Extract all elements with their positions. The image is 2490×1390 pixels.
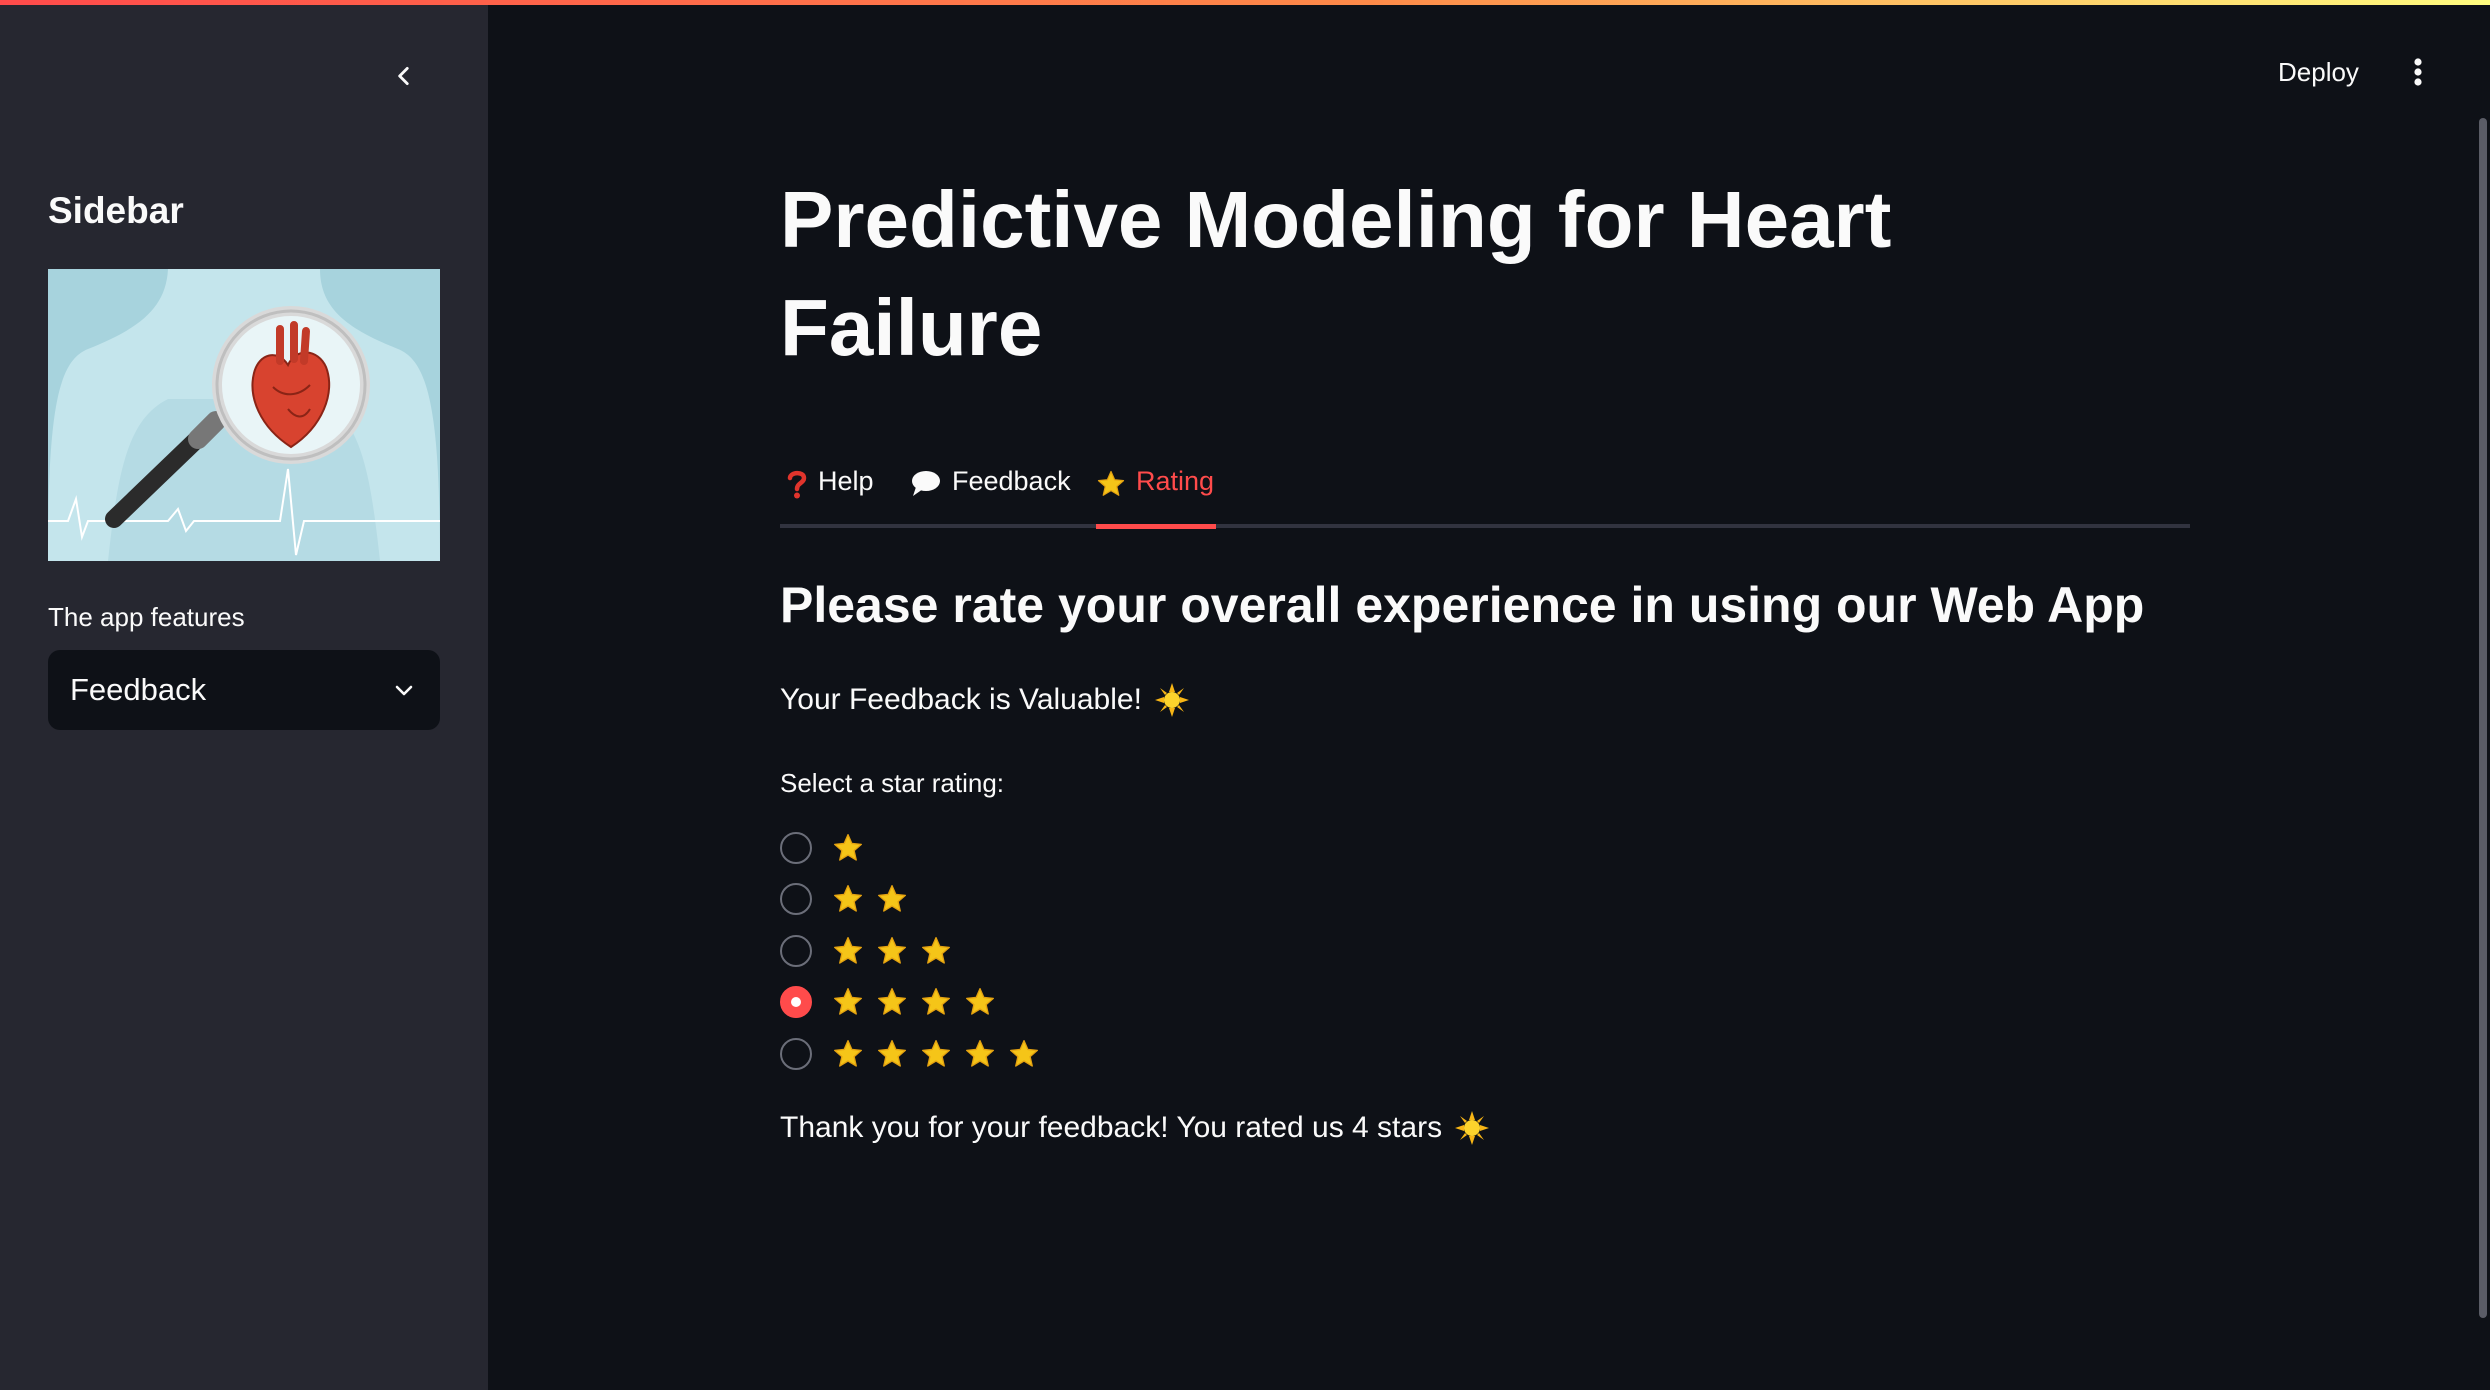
feedback-valuable-text: Your Feedback is Valuable! [780,682,1190,718]
sun-icon [1455,1111,1490,1145]
sidebar-title: Sidebar [48,190,184,231]
thanks-label: Thank you for your feedback! You rated u… [780,1111,1443,1144]
star-icon [878,988,906,1015]
star-icon [834,885,862,912]
tab-label: Help [818,466,874,496]
star-icon [834,988,862,1015]
star-icon [878,885,906,912]
star-group [832,935,952,967]
tab-rating[interactable]: Rating [1096,460,1214,528]
tab-label: Feedback [952,466,1071,496]
features-select-value: Feedback [70,672,207,707]
star-icon [878,936,906,964]
rating-option-3[interactable] [780,925,1040,977]
rating-option-5[interactable] [780,1028,1040,1080]
star-icon [1010,1039,1038,1067]
tab-bar: Help Feedback Rating [780,460,2190,529]
speech-bubble-icon [912,471,940,496]
star-group [832,883,908,915]
star-icon [922,988,950,1015]
star-rating-label: Select a star rating: [780,768,1004,798]
star-icon [834,833,862,861]
star-icon [834,1039,862,1067]
star-icon [878,1039,906,1067]
radio-button[interactable] [780,986,812,1019]
valuable-label: Your Feedback is Valuable! [780,683,1142,716]
star-group [832,1038,1040,1070]
heart-magnifier-image [48,269,440,561]
rating-option-4[interactable] [780,977,1040,1029]
page-title: Predictive Modeling for Heart Failure [780,175,1892,372]
scrollbar[interactable] [2479,118,2487,1318]
main-menu-button[interactable] [2400,54,2436,90]
features-select-label: The app features [48,602,245,632]
tab-help[interactable]: Help [786,460,874,528]
sun-icon [1154,683,1189,717]
rating-option-1[interactable] [780,822,1040,874]
star-icon [966,988,994,1015]
radio-button[interactable] [780,934,812,967]
features-select[interactable]: Feedback [48,650,440,730]
star-group [832,832,864,864]
star-icon [1097,470,1125,496]
collapse-sidebar-button[interactable] [386,58,422,94]
rating-option-2[interactable] [780,874,1040,926]
top-decoration-bar [0,0,2490,5]
tab-label: Rating [1136,466,1215,496]
sidebar: Sidebar The app features Feedback [0,0,488,1390]
star-icon [922,1039,950,1067]
chevron-left-icon [398,67,409,85]
star-group [832,986,996,1018]
star-icon [834,936,862,964]
star-icon [922,936,950,964]
radio-button[interactable] [780,831,812,864]
vertical-dots-icon [2414,58,2422,86]
star-rating-radio-group [780,822,1040,1080]
chevron-down-icon [395,685,413,696]
radio-button[interactable] [780,1037,812,1070]
question-icon [787,470,807,499]
thanks-message: Thank you for your feedback! You rated u… [780,1110,1490,1146]
deploy-button[interactable]: Deploy [2278,57,2359,88]
active-tab-indicator [1096,524,1216,529]
radio-button[interactable] [780,883,812,916]
rating-heading: Please rate your overall experience in u… [780,577,2145,633]
star-icon [966,1039,994,1067]
tab-feedback[interactable]: Feedback [910,460,1071,528]
